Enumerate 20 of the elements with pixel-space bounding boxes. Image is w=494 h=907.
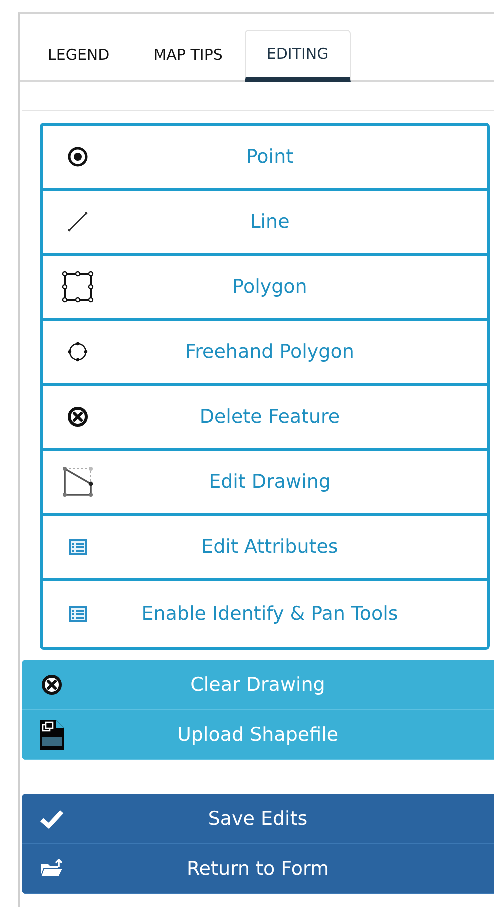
- action-button[interactable]: Return to Form: [22, 844, 494, 894]
- close-icon: [41, 674, 63, 696]
- close-icon: [67, 406, 89, 428]
- tab[interactable]: LEGEND: [26, 26, 132, 82]
- tool-button[interactable]: Point: [43, 126, 487, 191]
- action-button[interactable]: Upload Shapefile: [22, 710, 494, 760]
- file-icon: [39, 718, 65, 750]
- list-icon: [68, 605, 88, 623]
- line-icon: [67, 211, 89, 233]
- tab[interactable]: EDITING: [244, 30, 351, 82]
- tab[interactable]: MAP TIPS: [132, 26, 245, 82]
- list-icon: [68, 538, 88, 556]
- action-button[interactable]: Save Edits: [22, 794, 494, 844]
- target-icon: [67, 146, 89, 168]
- edit-shape-icon: [62, 466, 94, 498]
- folder-icon: [40, 858, 64, 878]
- circle-icon: [67, 341, 89, 363]
- checkmark-icon: [40, 808, 64, 828]
- action-button[interactable]: Clear Drawing: [22, 660, 494, 710]
- polygon-icon: [62, 271, 94, 303]
